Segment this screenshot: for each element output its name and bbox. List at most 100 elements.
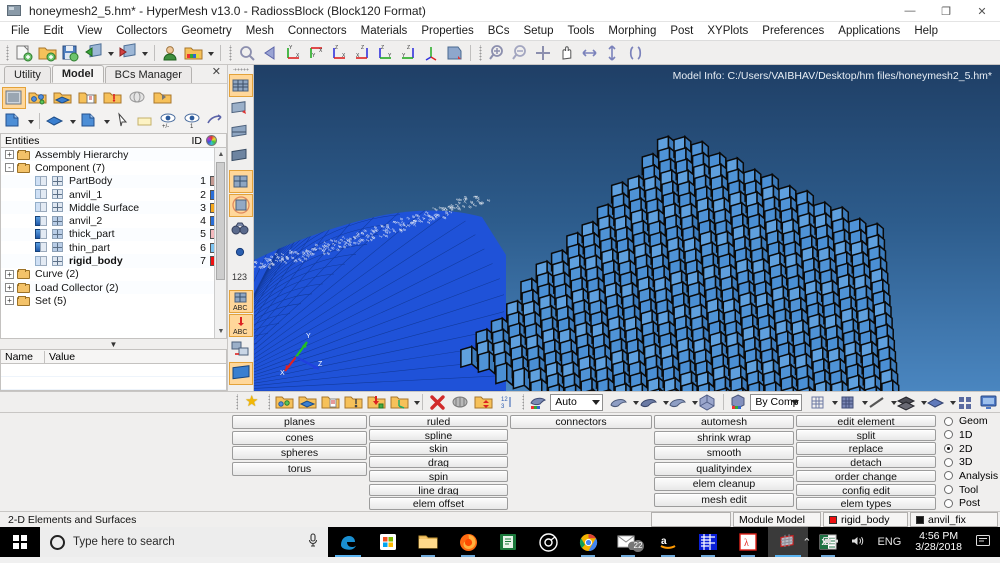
- panel-close-icon[interactable]: ✕: [212, 65, 221, 78]
- include-icon[interactable]: [77, 87, 101, 109]
- component-visibility-icon[interactable]: [35, 202, 48, 213]
- select-arrow-icon[interactable]: [111, 110, 133, 132]
- flip-view-icon[interactable]: [444, 43, 465, 63]
- component-visibility-icon[interactable]: [35, 216, 48, 227]
- surface-shade-caret[interactable]: [630, 392, 637, 412]
- surface-display-icon[interactable]: [925, 392, 946, 412]
- component-visibility-icon[interactable]: [35, 256, 48, 267]
- mask-icon[interactable]: [229, 338, 253, 361]
- panel-button-order-change[interactable]: order change: [796, 470, 936, 482]
- page-radio-3d[interactable]: 3D: [944, 456, 998, 468]
- user-profile-icon[interactable]: [160, 43, 181, 63]
- radio-indicator[interactable]: [944, 444, 953, 453]
- panel-button-planes[interactable]: planes: [232, 415, 367, 429]
- vtoolbar-grip[interactable]: [233, 67, 249, 72]
- mesh-toolbar-grip[interactable]: [521, 394, 524, 410]
- panel-button-line-drag[interactable]: line drag: [369, 484, 508, 496]
- system-collector-icon[interactable]: [389, 392, 410, 412]
- page-radio-tool[interactable]: Tool: [944, 484, 998, 496]
- tree-row[interactable]: + Load Collector (2): [1, 281, 226, 294]
- zoom-in-icon[interactable]: [487, 43, 508, 63]
- panel-button-ruled[interactable]: ruled: [369, 415, 508, 427]
- element-stack-icon[interactable]: [896, 392, 917, 412]
- panel-button-mesh-edit[interactable]: mesh edit: [654, 493, 794, 507]
- arrow-vertical-icon[interactable]: [602, 43, 623, 63]
- display-mesh-icon[interactable]: [78, 110, 100, 132]
- panel-button-elem-cleanup[interactable]: elem cleanup: [654, 477, 794, 491]
- circle-center-icon[interactable]: [625, 43, 646, 63]
- xy-view-icon[interactable]: YX: [283, 43, 304, 63]
- status-cell-1[interactable]: [651, 512, 731, 527]
- component-mesh-icon[interactable]: [52, 216, 65, 227]
- radio-indicator[interactable]: [944, 430, 953, 439]
- isolate-icon[interactable]: 1: [181, 110, 203, 132]
- scroll-down-arrow[interactable]: ▼: [215, 325, 227, 338]
- shaded-geom-icon[interactable]: [229, 362, 253, 385]
- browser-tab-bcs-manager[interactable]: BCs Manager: [105, 66, 192, 83]
- menu-file[interactable]: File: [4, 23, 37, 39]
- property-icon[interactable]: [152, 87, 176, 109]
- tree-row[interactable]: - Component (7): [1, 161, 226, 174]
- microsoft-store-icon[interactable]: [368, 527, 408, 557]
- node-dot-icon[interactable]: [229, 242, 253, 265]
- maximize-button[interactable]: ❐: [928, 0, 964, 22]
- panel-button-elem-offset[interactable]: elem offset: [369, 497, 508, 509]
- adobe-reader-icon[interactable]: λ: [728, 527, 768, 557]
- note-icon[interactable]: [134, 110, 156, 132]
- language-indicator[interactable]: ENG: [871, 536, 907, 548]
- action-center-icon[interactable]: [970, 535, 1000, 550]
- component-visibility-icon[interactable]: [35, 229, 48, 240]
- tree-expander[interactable]: +: [5, 270, 14, 279]
- collector-group-grip[interactable]: [267, 394, 270, 410]
- view-toolbar-grip[interactable]: [228, 45, 233, 61]
- shaded-elements-icon[interactable]: [229, 122, 253, 145]
- fit-view-icon[interactable]: [533, 43, 554, 63]
- menu-collectors[interactable]: Collectors: [109, 23, 174, 39]
- tree-row[interactable]: + Set (5): [1, 294, 226, 307]
- page-radio-2d[interactable]: 2D: [944, 442, 998, 454]
- tree-expander[interactable]: +: [5, 296, 14, 305]
- collector-toolbar-grip[interactable]: [235, 394, 238, 410]
- menu-mesh[interactable]: Mesh: [239, 23, 281, 39]
- menu-bcs[interactable]: BCs: [481, 23, 517, 39]
- numbers-123-icon[interactable]: 123: [229, 266, 253, 289]
- stc-icon[interactable]: [688, 527, 728, 557]
- color-dropdown-caret[interactable]: [205, 43, 216, 63]
- component-icon[interactable]: [52, 87, 76, 109]
- panel-button-edit-element[interactable]: edit element: [796, 415, 936, 427]
- scroll-thumb[interactable]: [216, 162, 225, 280]
- component-mesh-icon[interactable]: [52, 202, 65, 213]
- color-mode-bycomp-icon[interactable]: [728, 392, 749, 412]
- show-hide-all-icon[interactable]: +/-: [157, 110, 179, 132]
- arrow-horizontal-icon[interactable]: [579, 43, 600, 63]
- panel-button-connectors[interactable]: connectors: [510, 415, 652, 429]
- mesh-edit-icon[interactable]: [229, 98, 253, 121]
- surface-shade-icon[interactable]: [608, 392, 629, 412]
- mesh-mode-combo[interactable]: Auto: [550, 394, 603, 411]
- component-visibility-icon[interactable]: [35, 176, 48, 187]
- menu-edit[interactable]: Edit: [37, 23, 71, 39]
- browser-tab-model[interactable]: Model: [52, 65, 104, 83]
- menu-tools[interactable]: Tools: [561, 23, 602, 39]
- component-mesh-icon[interactable]: [52, 242, 65, 253]
- panel-button-detach[interactable]: detach: [796, 456, 936, 468]
- solid-cube-icon[interactable]: [697, 392, 718, 412]
- menu-setup[interactable]: Setup: [516, 23, 560, 39]
- menu-morphing[interactable]: Morphing: [601, 23, 663, 39]
- battery-icon[interactable]: [817, 536, 845, 549]
- menu-xyplots[interactable]: XYPlots: [700, 23, 755, 39]
- windows-logo-icon[interactable]: [0, 527, 40, 557]
- menu-geometry[interactable]: Geometry: [174, 23, 239, 39]
- pan-icon[interactable]: [556, 43, 577, 63]
- mask-elements-icon[interactable]: [450, 392, 471, 412]
- element-stack-caret[interactable]: [918, 392, 925, 412]
- system-icon[interactable]: [127, 87, 151, 109]
- panel-button-qualityindex[interactable]: qualityindex: [654, 462, 794, 476]
- menu-preferences[interactable]: Preferences: [755, 23, 831, 39]
- color-mode-icon[interactable]: [528, 392, 549, 412]
- toolbar-grip[interactable]: [5, 45, 10, 61]
- tree-expander[interactable]: +: [5, 150, 14, 159]
- camera-app-icon[interactable]: [528, 527, 568, 557]
- page-radio-post[interactable]: Post: [944, 497, 998, 509]
- component-mesh-icon[interactable]: [52, 189, 65, 200]
